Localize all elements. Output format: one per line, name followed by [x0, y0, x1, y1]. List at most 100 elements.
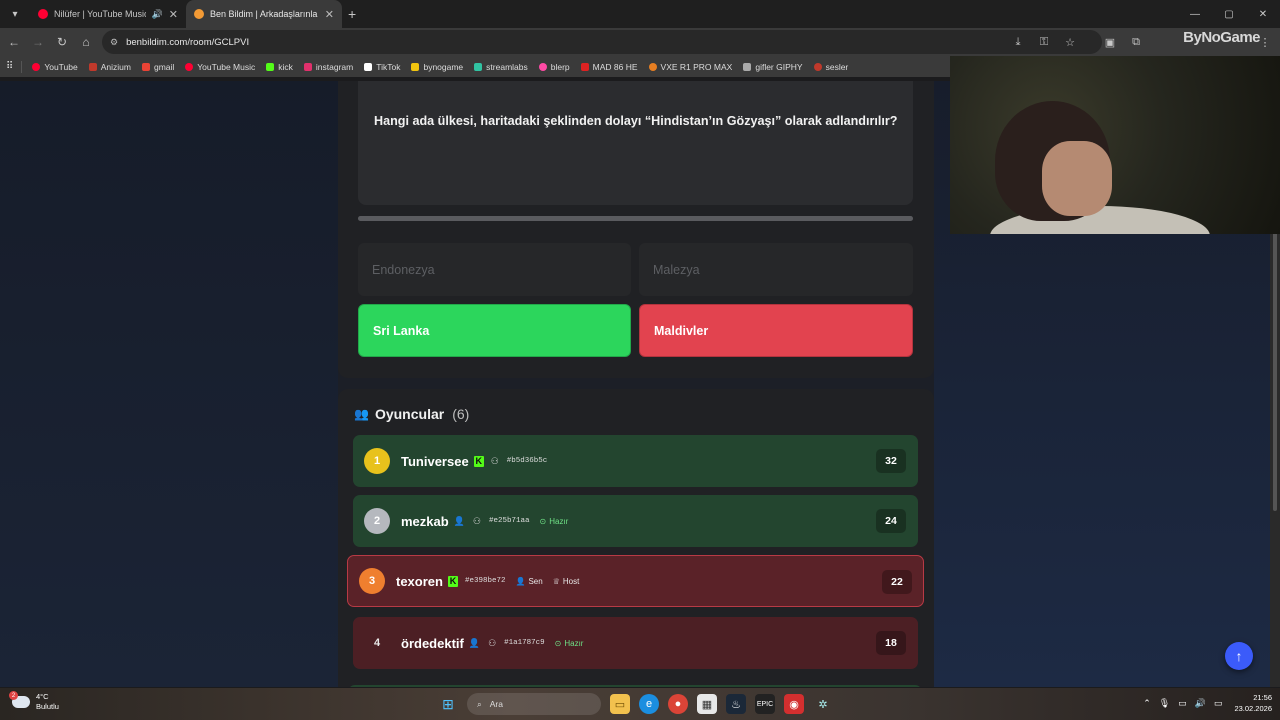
bynogame-logo: ByNoGame: [1183, 29, 1260, 46]
new-tab-button[interactable]: +: [348, 6, 356, 22]
scroll-to-top-button[interactable]: ↑: [1225, 642, 1253, 670]
bookmark-instagram[interactable]: instagram: [303, 62, 353, 72]
bookmark-youtube-music[interactable]: YouTube Music: [185, 62, 255, 72]
windows-taskbar: 2 4°C Bulutlu ⊞ ⌕ Ara ▭ e ● ▦ ♨ EPIC ◉ ✲…: [0, 688, 1280, 720]
tab-youtube-music[interactable]: Nilüfer | YouTube Music 🔊 ✕: [30, 0, 186, 28]
chrome-icon[interactable]: ●: [668, 694, 688, 714]
app-red-icon[interactable]: ◉: [784, 694, 804, 714]
kick-icon: K: [447, 575, 458, 587]
weather-temp: 4°C: [36, 692, 49, 701]
timer-progress-bar: [358, 216, 913, 221]
player-row: 2 mezkab 👤 ⚇ #e25b71aa ⊙ Hazır 24: [353, 495, 918, 547]
streamlabs-icon: [474, 62, 483, 71]
media-icon[interactable]: ▣: [1101, 36, 1119, 49]
tab-search-button[interactable]: ▾: [4, 3, 26, 25]
edge-icon[interactable]: e: [639, 694, 659, 714]
address-bar[interactable]: ⚙ benbildim.com/room/GCLPVI: [102, 30, 1102, 54]
steam-icon[interactable]: ♨: [726, 694, 746, 714]
bookmark-streamlabs[interactable]: streamlabs: [474, 62, 528, 72]
back-icon[interactable]: ←: [2, 30, 26, 54]
tiktok-icon: [364, 62, 373, 71]
rank-badge: 3: [359, 568, 385, 594]
user-x-icon[interactable]: ⚇: [491, 456, 499, 467]
string-lights: [1140, 56, 1250, 86]
epic-games-icon[interactable]: EPIC: [755, 694, 775, 714]
close-window-icon[interactable]: ✕: [1246, 0, 1280, 28]
ready-badge: ⊙ Hazır: [539, 516, 569, 526]
tab-ben-bildim[interactable]: Ben Bildim | Arkadaşlarınla Onli ✕: [186, 0, 342, 28]
minimize-icon[interactable]: —: [1178, 0, 1212, 28]
apps-icon[interactable]: ⠿: [6, 61, 13, 72]
user-x-icon[interactable]: ⚇: [473, 516, 481, 527]
bynogame-icon: [411, 62, 420, 71]
chevron-up-icon[interactable]: ⌃: [1143, 698, 1151, 709]
user-icon: 👤: [453, 515, 465, 526]
taskbar-search[interactable]: ⌕ Ara: [467, 693, 601, 715]
user-x-icon[interactable]: ⚇: [488, 638, 496, 649]
bookmark-mad86he[interactable]: MAD 86 HE: [580, 62, 638, 72]
cloud-icon: 2: [9, 691, 30, 708]
microphone-icon[interactable]: 🎙: [1159, 698, 1170, 709]
home-icon[interactable]: ⌂: [74, 30, 98, 54]
window-controls: — ▢ ✕: [1178, 0, 1280, 28]
bookmark-tiktok[interactable]: TikTok: [364, 62, 400, 72]
player-tag: #b5d36b5c: [506, 457, 548, 465]
youtube-icon: [32, 62, 41, 71]
bookmark-star-icon[interactable]: ☆: [1061, 36, 1079, 49]
check-circle-icon: ⊙: [539, 516, 547, 526]
clock-date: 23.02.2026: [1234, 704, 1272, 713]
search-placeholder: Ara: [489, 699, 503, 709]
reload-icon[interactable]: ↻: [50, 30, 74, 54]
bookmark-anizium[interactable]: Anizium: [88, 62, 131, 72]
file-explorer-icon[interactable]: ▭: [610, 694, 630, 714]
bookmark-gmail[interactable]: gmail: [141, 62, 174, 72]
background-left: [0, 81, 338, 687]
answer-option-malezya[interactable]: Malezya: [639, 243, 913, 296]
bookmark-blerp[interactable]: blerp: [538, 62, 570, 72]
answer-option-endonezya[interactable]: Endonezya: [358, 243, 631, 296]
bookmark-kick[interactable]: kick: [266, 62, 293, 72]
clock-time: 21:56: [1253, 693, 1272, 702]
store-icon[interactable]: ▦: [697, 694, 717, 714]
mad-icon: [580, 62, 589, 71]
answer-option-sri-lanka[interactable]: Sri Lanka: [358, 304, 631, 357]
extensions-icon[interactable]: ⧉: [1127, 36, 1145, 49]
weather-text: 4°C Bulutlu: [36, 692, 59, 712]
network-icon[interactable]: ▭: [1178, 698, 1187, 709]
close-tab-icon[interactable]: ✕: [169, 8, 178, 21]
volume-icon[interactable]: 🔊: [1195, 698, 1206, 709]
app-settings-icon[interactable]: ✲: [813, 694, 833, 714]
bookmark-sesler[interactable]: sesler: [813, 62, 848, 72]
youtube-music-icon: [185, 62, 194, 71]
player-name: Tuniversee: [401, 453, 469, 469]
players-count: (6): [452, 406, 470, 422]
arrow-up-icon: ↑: [1235, 648, 1243, 664]
blerp-icon: [538, 62, 547, 71]
crown-icon: ♕: [552, 576, 560, 586]
speaker-icon[interactable]: 🔊: [152, 9, 163, 20]
battery-icon[interactable]: ▭: [1214, 698, 1223, 709]
bookmark-vxe[interactable]: VXE R1 PRO MAX: [648, 62, 732, 72]
host-badge: ♕ Host: [552, 576, 580, 586]
file-icon: [743, 62, 752, 71]
clock[interactable]: 21:56 23.02.2026: [1234, 692, 1272, 714]
player-row: 1 Tuniversee K ⚇ #b5d36b5c 32: [353, 435, 918, 487]
bookmark-bynogame[interactable]: bynogame: [411, 62, 463, 72]
vxe-icon: [648, 62, 657, 71]
bookmark-giphy[interactable]: gifler GIPHY: [743, 62, 803, 72]
player-row: 4 ördedektif 👤 ⚇ #1a1787c9 ⊙ Hazır 18: [353, 617, 918, 669]
kick-icon: [266, 62, 275, 71]
windows-start-icon[interactable]: ⊞: [438, 694, 458, 714]
weather-widget[interactable]: 2 4°C Bulutlu: [9, 691, 59, 712]
install-icon[interactable]: ⤓: [1009, 36, 1027, 49]
maximize-icon[interactable]: ▢: [1212, 0, 1246, 28]
answer-option-maldivler[interactable]: Maldivler: [639, 304, 913, 357]
scrollbar-thumb[interactable]: [1273, 231, 1277, 511]
key-icon[interactable]: ⚿: [1035, 36, 1053, 49]
site-info-icon[interactable]: ⚙: [110, 37, 118, 48]
bookmark-youtube[interactable]: YouTube: [32, 62, 78, 72]
answer-label: Sri Lanka: [373, 323, 430, 338]
answer-label: Malezya: [653, 262, 700, 277]
forward-icon[interactable]: →: [26, 30, 50, 54]
close-tab-icon[interactable]: ✕: [325, 8, 334, 21]
